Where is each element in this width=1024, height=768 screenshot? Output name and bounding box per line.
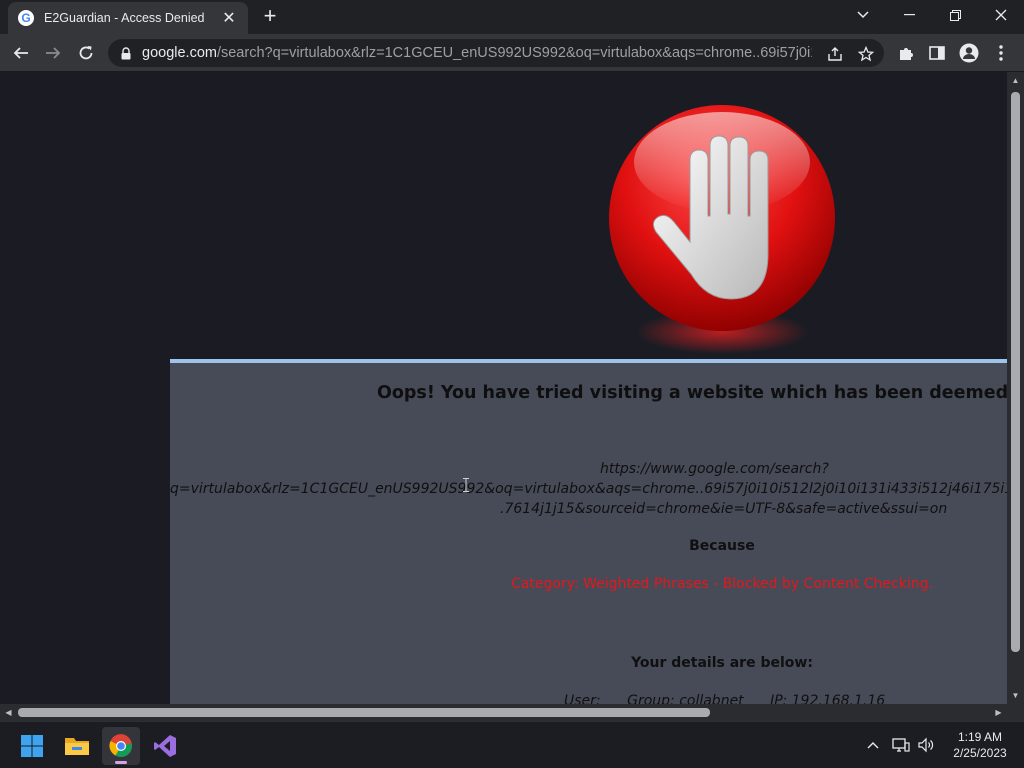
vertical-scroll-thumb[interactable] — [1011, 92, 1020, 652]
details-row: User: Group: collabnet IP: 192.168.1.16 — [564, 693, 907, 704]
share-icon[interactable] — [824, 43, 846, 65]
details-title: Your details are below: — [631, 655, 813, 671]
horizontal-scroll-thumb[interactable] — [18, 708, 710, 717]
blocked-url-line-3: .7614j1j15&sourceid=chrome&ie=UTF-8&safe… — [500, 501, 948, 517]
lock-icon[interactable] — [118, 45, 134, 61]
access-denied-panel: Oops! You have tried visiting a website … — [170, 359, 1007, 704]
text-cursor-icon — [463, 478, 469, 492]
network-icon[interactable] — [890, 734, 912, 756]
extensions-puzzle-icon[interactable] — [891, 38, 921, 68]
clock-time: 1:19 AM — [957, 730, 1003, 744]
page-heading: Oops! You have tried visiting a website … — [377, 383, 1007, 403]
new-tab-button[interactable]: + — [258, 5, 282, 29]
clock-date: 2/25/2023 — [953, 746, 1007, 760]
forward-arrow-icon[interactable] — [38, 38, 68, 68]
tab-search-chevron-icon[interactable] — [840, 0, 886, 30]
tab-title: E2Guardian - Access Denied — [44, 11, 205, 25]
details-user: User: — [564, 693, 601, 704]
system-clock[interactable]: 1:19 AM 2/25/2023 — [945, 729, 1015, 761]
reload-icon[interactable] — [71, 38, 101, 68]
google-favicon-icon: G — [18, 10, 34, 26]
minimize-button[interactable] — [886, 0, 932, 30]
more-menu-icon[interactable] — [986, 38, 1016, 68]
windows-taskbar: 1:19 AM 2/25/2023 — [0, 721, 1024, 768]
tab-close-icon[interactable]: ✕ — [220, 8, 238, 28]
scroll-down-arrow-icon[interactable]: ▼ — [1007, 687, 1024, 704]
blocked-url-line-1: https://www.google.com/search? — [600, 461, 829, 477]
show-hidden-icons-chevron-icon[interactable] — [862, 734, 884, 756]
file-explorer-icon[interactable] — [58, 727, 96, 765]
address-bar[interactable]: google.com/search?q=virtulabox&rlz=1C1GC… — [108, 39, 884, 67]
browser-tab-active[interactable]: G E2Guardian - Access Denied ✕ — [8, 2, 248, 34]
scroll-right-arrow-icon[interactable]: ▶ — [990, 704, 1007, 721]
bookmark-star-icon[interactable] — [855, 43, 877, 65]
because-label: Because — [689, 538, 755, 554]
active-app-indicator — [115, 761, 127, 764]
stop-hand-icon — [606, 104, 838, 379]
page-viewport: Oops! You have tried visiting a website … — [0, 72, 1007, 704]
blocked-url-line-2: q=virtulabox&rlz=1C1GCEU_enUS992US992&oq… — [170, 481, 1007, 497]
back-arrow-icon[interactable] — [6, 38, 36, 68]
volume-icon[interactable] — [915, 734, 937, 756]
scroll-up-arrow-icon[interactable]: ▲ — [1007, 72, 1024, 89]
visual-studio-icon[interactable] — [146, 727, 184, 765]
scrollbar-corner — [1007, 704, 1024, 721]
vertical-scrollbar[interactable]: ▲ ▼ — [1007, 72, 1024, 704]
browser-toolbar: google.com/search?q=virtulabox&rlz=1C1GC… — [0, 34, 1024, 72]
browser-titlebar: G E2Guardian - Access Denied ✕ + — [0, 0, 1024, 34]
restore-button[interactable] — [932, 0, 978, 30]
details-ip: IP: 192.168.1.16 — [770, 693, 886, 704]
windows-start-icon[interactable] — [13, 727, 51, 765]
scroll-left-arrow-icon[interactable]: ◀ — [0, 704, 17, 721]
horizontal-scrollbar[interactable]: ◀ ▶ — [0, 704, 1007, 721]
side-panel-icon[interactable] — [922, 38, 952, 68]
profile-avatar-icon[interactable] — [954, 38, 984, 68]
address-url[interactable]: google.com/search?q=virtulabox&rlz=1C1GC… — [142, 45, 812, 61]
block-reason: Category: Weighted Phrases - Blocked by … — [511, 576, 933, 592]
details-group: Group: collabnet — [627, 693, 744, 704]
chrome-icon[interactable] — [102, 727, 140, 765]
close-window-button[interactable] — [978, 0, 1024, 30]
